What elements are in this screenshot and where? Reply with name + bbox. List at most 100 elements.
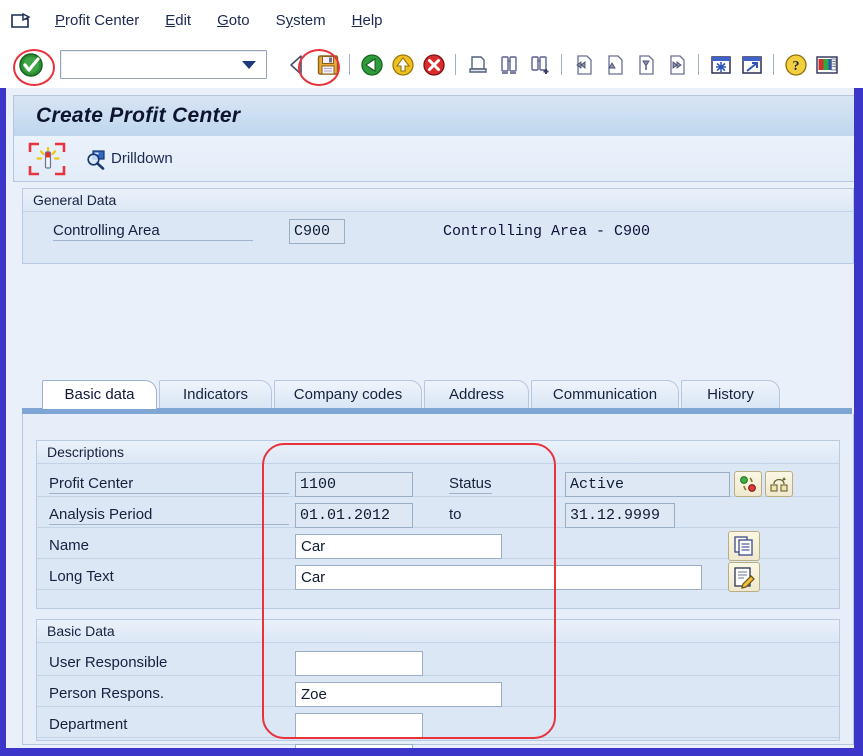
- green-back-icon[interactable]: [358, 51, 385, 78]
- toolbar-separator: [349, 54, 350, 75]
- tab-strip: Basic data Indicators Company codes Addr…: [22, 380, 852, 409]
- menu-edit[interactable]: Edit: [152, 10, 204, 31]
- name-label: Name: [49, 537, 90, 554]
- application-toolbar: Drilldown: [13, 135, 854, 182]
- menu-goto[interactable]: Goto: [204, 10, 263, 31]
- sap-gui-window: Profit Center Edit Goto System Help ? Cr…: [0, 0, 863, 756]
- toolbar-separator: [773, 54, 774, 75]
- tab-history[interactable]: History: [681, 380, 780, 408]
- department-input[interactable]: [295, 712, 423, 738]
- last-page-icon[interactable]: [663, 51, 690, 78]
- first-page-icon[interactable]: [570, 51, 597, 78]
- status-value[interactable]: Active: [565, 471, 730, 497]
- red-cancel-icon[interactable]: [420, 51, 447, 78]
- create-session-icon[interactable]: [707, 51, 734, 78]
- green-check-enter-icon[interactable]: [16, 50, 46, 80]
- page-title: Create Profit Center: [36, 104, 241, 127]
- status-change-icon[interactable]: [734, 471, 762, 497]
- hierarchy-icon[interactable]: [765, 471, 793, 497]
- back-arrow-icon[interactable]: [283, 51, 310, 78]
- window-control-icon[interactable]: [8, 10, 34, 32]
- person-respons-row: Person Respons. Zoe: [37, 680, 839, 708]
- department-row: Department: [37, 711, 839, 739]
- toolbar-separator: [698, 54, 699, 75]
- print-icon[interactable]: [464, 51, 491, 78]
- next-page-icon[interactable]: [632, 51, 659, 78]
- menu-help-mnemonic: H: [351, 12, 363, 29]
- analysis-period-to[interactable]: 31.12.9999: [565, 502, 675, 528]
- long-text-label: Long Text: [49, 568, 114, 585]
- tab-indicators[interactable]: Indicators: [159, 380, 272, 408]
- basic-data-group-title: Basic Data: [37, 620, 839, 643]
- save-icon[interactable]: [314, 51, 341, 78]
- basic-data-group: Basic Data User Responsible Person Respo…: [36, 619, 840, 748]
- create-shortcut-icon[interactable]: [738, 51, 765, 78]
- user-responsible-input[interactable]: [295, 650, 423, 676]
- tab-communication[interactable]: Communication: [531, 380, 679, 408]
- menu-edit-rest: dit: [175, 12, 192, 29]
- tab-basic-data-label: Basic data: [64, 386, 135, 403]
- user-responsible-label: User Responsible: [49, 654, 168, 671]
- profit-center-value[interactable]: 1100: [295, 471, 413, 497]
- tab-company-codes[interactable]: Company codes: [274, 380, 422, 408]
- drilldown-button[interactable]: Drilldown: [80, 145, 178, 173]
- edit-long-text-icon[interactable]: [728, 562, 760, 592]
- window-bottom-border: [0, 748, 863, 756]
- menu-goto-mnemonic: G: [217, 12, 229, 29]
- menu-system-mnemonic: y: [285, 12, 294, 29]
- drilldown-magnifier-icon: [85, 148, 107, 170]
- menu-bar: Profit Center Edit Goto System Help: [0, 0, 863, 42]
- person-respons-label: Person Respons.: [49, 685, 165, 702]
- controlling-area-value[interactable]: C900: [289, 218, 345, 244]
- tab-address-label: Address: [448, 386, 505, 403]
- find-next-icon[interactable]: [526, 51, 553, 78]
- profit-center-label: Profit Center: [49, 475, 289, 494]
- name-row: Name Car: [37, 531, 839, 561]
- menu-profit-center-mnemonic: P: [55, 12, 66, 29]
- customize-layout-icon[interactable]: [813, 51, 840, 78]
- tab-company-codes-label: Company codes: [293, 386, 403, 403]
- toolbar-separator: [455, 54, 456, 75]
- name-input[interactable]: Car: [295, 533, 502, 559]
- controlling-area-row: Controlling Area C900 Controlling Area -…: [23, 217, 853, 245]
- general-data-group-title: General Data: [23, 189, 853, 212]
- find-icon[interactable]: [495, 51, 522, 78]
- user-responsible-row: User Responsible: [37, 649, 839, 677]
- controlling-area-label: Controlling Area: [53, 222, 253, 241]
- controlling-area-text: Controlling Area - C900: [443, 222, 651, 240]
- help-icon[interactable]: ?: [782, 51, 809, 78]
- previous-page-icon[interactable]: [601, 51, 628, 78]
- menu-profit-center-rest: rofit Center: [65, 12, 140, 29]
- standard-toolbar: ?: [0, 41, 863, 89]
- svg-text:?: ?: [792, 59, 799, 74]
- drilldown-label: Drilldown: [111, 150, 173, 167]
- menu-profit-center[interactable]: Profit Center: [42, 10, 152, 31]
- menu-goto-rest: oto: [228, 12, 250, 29]
- menu-system[interactable]: System: [263, 10, 339, 31]
- profit-center-row: Profit Center 1100 Status Active: [37, 470, 839, 498]
- status-label: Status: [449, 474, 492, 494]
- menu-system-pre: S: [275, 12, 286, 29]
- yellow-exit-icon[interactable]: [389, 51, 416, 78]
- menu-system-rest: stem: [293, 12, 326, 29]
- person-respons-input[interactable]: Zoe: [295, 681, 502, 707]
- copy-document-icon[interactable]: [728, 531, 760, 561]
- magic-wand-icon[interactable]: [28, 142, 68, 176]
- command-field[interactable]: [60, 50, 267, 79]
- chevron-down-icon[interactable]: [242, 60, 256, 69]
- tab-address[interactable]: Address: [424, 380, 529, 408]
- screen-title-bar: Create Profit Center: [13, 95, 854, 136]
- window-frame: Create Profit Center Drilldown General D…: [0, 88, 863, 756]
- toolbar-separator: [561, 54, 562, 75]
- long-text-input[interactable]: Car: [295, 564, 702, 590]
- window-client-area: Create Profit Center Drilldown General D…: [6, 88, 854, 748]
- to-label: to: [449, 506, 462, 523]
- analysis-period-label: Analysis Period: [49, 506, 289, 525]
- menu-help-rest: elp: [362, 12, 383, 29]
- general-data-group: General Data Controlling Area C900 Contr…: [22, 188, 854, 264]
- tab-history-label: History: [707, 386, 754, 403]
- analysis-period-row: Analysis Period 01.01.2012 to 31.12.9999: [37, 501, 839, 529]
- analysis-period-from[interactable]: 01.01.2012: [295, 502, 413, 528]
- menu-help[interactable]: Help: [339, 10, 396, 31]
- tab-basic-data[interactable]: Basic data: [42, 380, 157, 409]
